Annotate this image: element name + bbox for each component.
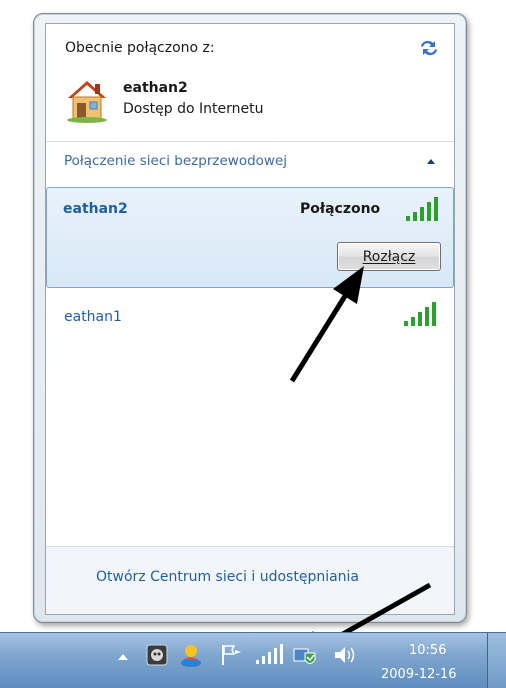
weather-icon[interactable] — [178, 641, 204, 669]
volume-icon[interactable] — [333, 644, 357, 666]
taskbar: 10:56 2009-12-16 — [0, 632, 506, 688]
show-hidden-icons-arrow[interactable] — [116, 650, 130, 664]
annotation-arrows — [289, 266, 432, 662]
antivirus-icon[interactable] — [145, 643, 169, 667]
arrow-to-disconnect — [289, 266, 364, 383]
network-shield-icon[interactable] — [292, 645, 318, 669]
clock-time[interactable]: 10:56 — [409, 643, 446, 658]
wireless-signal-icon[interactable] — [255, 644, 283, 666]
action-center-flag-icon[interactable] — [219, 642, 243, 668]
show-desktop-button[interactable] — [487, 633, 506, 688]
clock-date[interactable]: 2009-12-16 — [381, 667, 457, 682]
